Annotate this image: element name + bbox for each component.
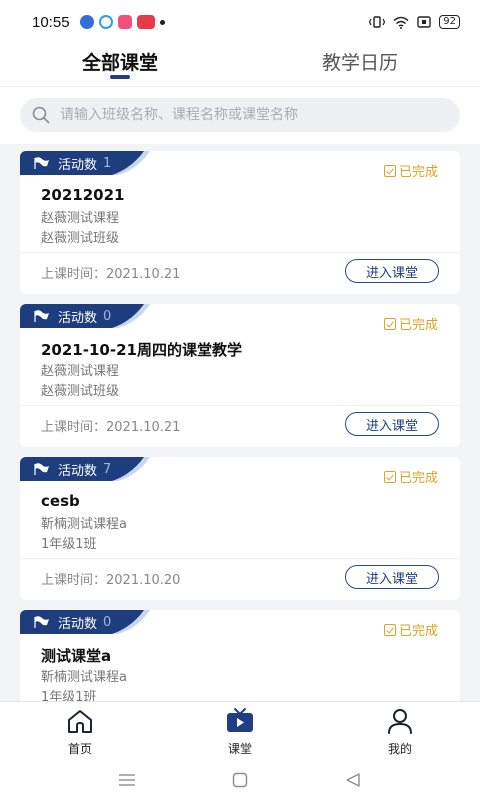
class-time: 上课时间：2021.10.20 (41, 573, 181, 588)
home-icon (68, 710, 92, 733)
status-time: 10:55 (32, 13, 70, 31)
status-badge: 已完成 (383, 620, 438, 639)
status-badge: 已完成 (383, 467, 438, 486)
video-app-icon (117, 15, 132, 29)
enter-class-button[interactable]: 进入课堂 (345, 565, 439, 589)
activity-badge: 活动数 0 (20, 610, 150, 634)
more-notifications-icon (159, 19, 165, 25)
nav-item-profile[interactable]: 我的 (320, 702, 480, 759)
square-icon (232, 772, 248, 787)
status-label: 已完成 (398, 318, 438, 333)
nav-item-home[interactable]: 首页 (0, 702, 160, 759)
activity-label: 活动数 (58, 157, 98, 173)
class-card[interactable]: 活动数 1 已完成 20212021 赵薇测试课程 赵薇测试班级 上课时间：20… (20, 151, 460, 294)
menu-icon (118, 773, 135, 786)
checkbox-icon (383, 317, 396, 330)
app-notification-icon (98, 15, 113, 29)
card-divider (20, 405, 460, 406)
search-bar[interactable] (20, 98, 460, 132)
card-divider (20, 558, 460, 559)
flag-icon (34, 157, 49, 169)
card-divider (20, 252, 460, 253)
tag-app-icon (136, 15, 155, 29)
activity-label: 活动数 (58, 463, 98, 479)
system-icons: 92 (369, 15, 460, 29)
app-notification-icon (79, 15, 94, 29)
status-badge: 已完成 (383, 314, 438, 333)
user-icon (388, 709, 412, 734)
course-name: 赵薇测试课程 (41, 211, 120, 226)
home-button[interactable] (228, 768, 252, 792)
class-list[interactable]: 活动数 1 已完成 20212021 赵薇测试课程 赵薇测试班级 上课时间：20… (0, 151, 480, 701)
course-name: 赵薇测试课程 (41, 364, 120, 379)
nav-label: 首页 (67, 742, 92, 756)
activity-badge: 活动数 0 (20, 304, 150, 328)
tv-icon (227, 708, 253, 732)
class-name: 1年级1班 (41, 537, 97, 552)
menu-button[interactable] (115, 768, 139, 792)
enter-class-button[interactable]: 进入课堂 (345, 412, 439, 436)
status-label: 已完成 (398, 165, 438, 180)
status-bar: 10:55 92 (0, 0, 480, 44)
tab-label: 全部课堂 (81, 52, 158, 74)
activity-count: 1 (103, 155, 112, 171)
status-badge: 已完成 (383, 161, 438, 180)
checkbox-icon (383, 164, 396, 177)
vibrate-icon (369, 16, 386, 28)
tab-teaching-calendar[interactable]: 教学日历 (240, 44, 480, 86)
nav-label: 我的 (387, 742, 412, 756)
class-card[interactable]: 活动数 7 已完成 cesb 靳楠测试课程a 1年级1班 上课时间：2021.1… (20, 457, 460, 600)
activity-badge: 活动数 7 (20, 457, 150, 481)
nav-label: 课堂 (227, 742, 252, 756)
class-title: 20212021 (41, 186, 125, 204)
class-time: 上课时间：2021.10.21 (41, 267, 181, 282)
checkbox-icon (383, 470, 396, 483)
back-button[interactable] (341, 768, 365, 792)
nav-item-classroom[interactable]: 课堂 (160, 702, 320, 759)
activity-count: 7 (103, 461, 112, 477)
activity-count: 0 (103, 614, 112, 630)
sim-icon (417, 16, 431, 28)
tab-bar: 全部课堂 教学日历 (0, 44, 480, 86)
activity-count: 0 (103, 308, 112, 324)
back-triangle-icon (346, 772, 361, 787)
course-name: 靳楠测试课程a (41, 517, 127, 532)
activity-badge: 活动数 1 (20, 151, 150, 175)
bottom-navigation: 首页 课堂 我的 (0, 701, 480, 759)
class-name: 1年级1班 (41, 690, 97, 701)
class-card[interactable]: 活动数 0 已完成 测试课堂a 靳楠测试课程a 1年级1班 (20, 610, 460, 701)
activity-label: 活动数 (58, 616, 98, 632)
class-title: 测试课堂a (41, 647, 112, 665)
search-input[interactable] (60, 107, 440, 123)
tab-all-classes[interactable]: 全部课堂 (0, 44, 240, 86)
search-icon (32, 106, 50, 124)
class-card[interactable]: 活动数 0 已完成 2021-10-21周四的课堂教学 赵薇测试课程 赵薇测试班… (20, 304, 460, 447)
enter-class-button[interactable]: 进入课堂 (345, 259, 439, 283)
class-time: 上课时间：2021.10.21 (41, 420, 181, 435)
notification-icons (79, 15, 165, 29)
class-name: 赵薇测试班级 (41, 231, 120, 246)
flag-icon (34, 616, 49, 628)
status-label: 已完成 (398, 471, 438, 486)
wifi-icon (393, 16, 409, 29)
status-label: 已完成 (398, 624, 438, 639)
checkbox-icon (383, 623, 396, 636)
class-title: 2021-10-21周四的课堂教学 (41, 341, 242, 359)
flag-icon (34, 463, 49, 475)
flag-icon (34, 310, 49, 322)
search-section (0, 86, 480, 144)
battery-indicator: 92 (439, 15, 460, 29)
class-name: 赵薇测试班级 (41, 384, 120, 399)
activity-label: 活动数 (58, 310, 98, 326)
class-title: cesb (41, 492, 80, 510)
tab-label: 教学日历 (321, 52, 398, 74)
tab-active-indicator (110, 75, 130, 79)
course-name: 靳楠测试课程a (41, 670, 127, 685)
system-navigation-bar (0, 759, 480, 800)
